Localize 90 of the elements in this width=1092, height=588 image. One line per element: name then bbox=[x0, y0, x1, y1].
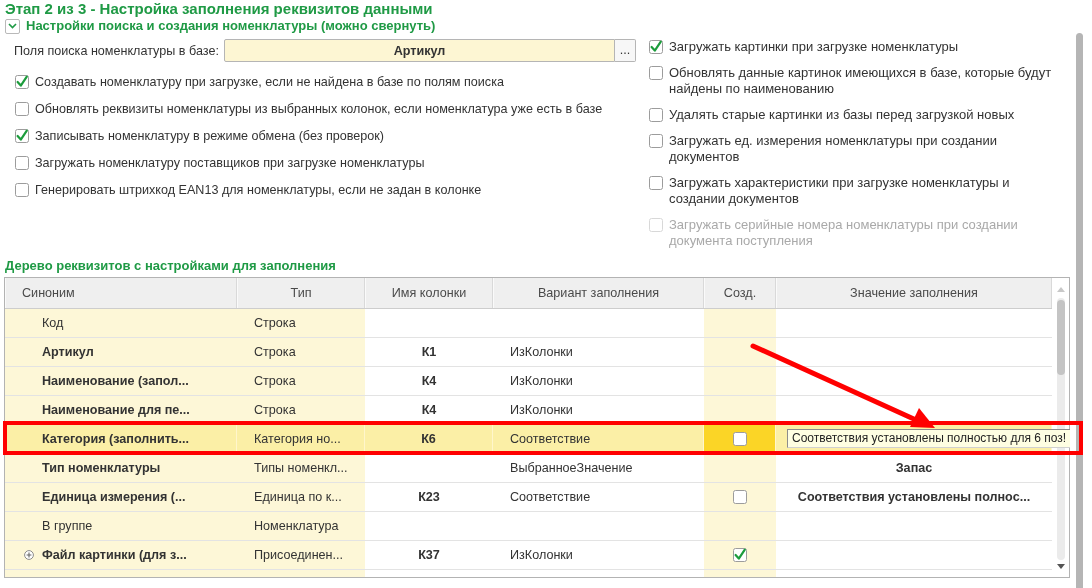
column-header[interactable]: Имя колонки bbox=[365, 278, 493, 308]
table-cell bbox=[704, 396, 776, 424]
checkbox-label: Записывать номенклатуру в режиме обмена (без проверок) bbox=[35, 128, 385, 144]
table-cell bbox=[704, 309, 776, 337]
cell-text: Категория (заполнить... bbox=[42, 432, 190, 446]
table-row[interactable]: Тип номенклатуры Типы номенкл... ВыбранноеЗначение Запас bbox=[5, 454, 1052, 483]
table-cell bbox=[704, 367, 776, 395]
checkbox[interactable] bbox=[649, 66, 663, 80]
checkbox[interactable] bbox=[15, 156, 29, 170]
checkbox-label: Генерировать штрихкод EAN13 для номенклатуры, если не задан в колонке bbox=[35, 182, 482, 198]
value-tooltip: Соответствия установлены полностью для 6 поз! bbox=[787, 429, 1071, 448]
checkbox[interactable] bbox=[649, 176, 663, 190]
cell-text: Наименование (запол... bbox=[42, 374, 189, 388]
checkbox[interactable] bbox=[732, 432, 747, 446]
checkbox-label: Загружать характеристики при загрузке номенклатуры и создании документов bbox=[669, 175, 1011, 207]
table-cell-text: ИзКолонки bbox=[509, 344, 574, 361]
table-cell: К6 bbox=[365, 425, 493, 453]
checkbox[interactable] bbox=[649, 108, 663, 122]
checkbox-label: Загружать номенклатуру поставщиков при загрузке номенклатуры bbox=[35, 155, 425, 171]
table-cell-text: К23 bbox=[417, 489, 441, 506]
checkbox[interactable] bbox=[733, 548, 747, 562]
table-cell bbox=[704, 512, 776, 540]
column-header[interactable]: Тип bbox=[237, 278, 365, 308]
checkbox-label: Обновлять реквизиты номенклатуры из выбранных колонок, если номенклатура уже есть в базе bbox=[35, 101, 603, 117]
section-title: Настройки поиска и создания номенклатуры (можно свернуть) bbox=[26, 18, 436, 34]
search-fields-input[interactable]: Артикул bbox=[223, 39, 615, 62]
column-header[interactable]: Созд. bbox=[704, 278, 776, 308]
table-cell: Категория но... bbox=[237, 425, 365, 453]
table-cell-text: ИзКолонки bbox=[509, 373, 574, 390]
cell-text: В группе bbox=[42, 519, 93, 533]
cell-text: Наименование для пе... bbox=[42, 403, 190, 417]
table-row[interactable]: В группе Номенклатура bbox=[5, 512, 1052, 541]
scroll-up-arrow-icon[interactable] bbox=[1056, 287, 1065, 292]
column-header[interactable]: Вариант заполнения bbox=[493, 278, 704, 308]
table-cell-text: К37 bbox=[417, 547, 441, 564]
checkbox[interactable] bbox=[15, 75, 29, 89]
table-cell: Строка bbox=[237, 309, 365, 337]
table-cell: Номенклатура bbox=[237, 512, 365, 540]
checkbox[interactable] bbox=[733, 490, 747, 504]
step-title: Этап 2 из 3 - Настройка заполнения реквизитов данными bbox=[4, 0, 434, 17]
chevron-down-icon bbox=[8, 23, 17, 29]
table-cell: Строка bbox=[237, 396, 365, 424]
table-row[interactable]: Единица измерения (... Единица по к... К23 Соответствие Соответствия установлены полнос... bbox=[5, 483, 1052, 512]
scroll-down-arrow-icon[interactable] bbox=[1056, 564, 1065, 569]
table-cell-text: Соответствие bbox=[509, 489, 592, 506]
table-cell-text: ВыбранноеЗначение bbox=[509, 460, 634, 477]
checkbox-label: Загружать серийные номера номенклатуры при создании документа поступления bbox=[669, 217, 1019, 249]
cell-text: Тип номенклатуры bbox=[42, 461, 161, 475]
field-label: Поля поиска номенклатуры в базе: bbox=[14, 43, 219, 58]
column-header[interactable]: Синоним bbox=[5, 278, 237, 308]
checkbox[interactable] bbox=[15, 183, 29, 197]
table-cell: Строка bbox=[237, 367, 365, 395]
cell-text: Артикул bbox=[42, 345, 94, 359]
checkbox-label: Создавать номенклатуру при загрузке, если не найдена в базе по полям поиска bbox=[35, 74, 504, 90]
scrollbar-thumb[interactable] bbox=[1056, 300, 1065, 375]
checkbox-label: Загружать ед. измерения номенклатуры при создании документов bbox=[669, 133, 999, 165]
checkbox-label: Загружать картинки при загрузке номенклатуры bbox=[669, 39, 960, 55]
cell-text: Файл картинки (для з... bbox=[42, 548, 187, 562]
checkbox[interactable] bbox=[649, 40, 663, 54]
table-cell-text: К4 bbox=[420, 373, 438, 390]
collapse-button[interactable] bbox=[5, 18, 20, 34]
table-cell: Соответствие bbox=[493, 425, 704, 453]
table-cell-text: К4 bbox=[420, 402, 438, 419]
table-cell-text: ИзКолонки bbox=[509, 547, 574, 564]
table-cell-text: К1 bbox=[420, 344, 438, 361]
table-cell: Строка bbox=[237, 338, 365, 366]
cell-text: Единица измерения (... bbox=[42, 490, 186, 504]
table-cell-text: ИзКолонки bbox=[509, 402, 574, 419]
checkbox[interactable] bbox=[15, 102, 29, 116]
cell-text: Код bbox=[42, 316, 64, 330]
table-cell bbox=[704, 338, 776, 366]
expand-plus-icon[interactable] bbox=[24, 550, 34, 560]
section-title: Дерево реквизитов с настройками для заполнения bbox=[4, 258, 337, 274]
checkbox[interactable] bbox=[649, 134, 663, 148]
checkbox-label: Удалять старые картинки из базы перед загрузкой новых bbox=[669, 107, 1016, 123]
table-row[interactable]: Код Строка bbox=[5, 309, 1052, 338]
page-scrollbar[interactable] bbox=[1076, 33, 1083, 588]
table-cell-text: Запас bbox=[894, 460, 934, 477]
table-cell-text: Соответствия установлены полнос... bbox=[796, 489, 1032, 506]
select-button[interactable]: ... bbox=[615, 39, 636, 62]
table-cell bbox=[704, 454, 776, 482]
table-row[interactable]: Наименование (запол... Строка К4 ИзКолонки bbox=[5, 367, 1052, 396]
checkbox[interactable] bbox=[15, 129, 29, 143]
column-header[interactable]: Значение заполнения bbox=[776, 278, 1052, 308]
table-row[interactable]: Файл картинки (для з... Присоединен... К37 ИзКолонки bbox=[5, 541, 1052, 570]
table-row[interactable]: Артикул Строка К1 ИзКолонки bbox=[5, 338, 1052, 367]
table-cell: Типы номенкл... bbox=[237, 454, 365, 482]
table-cell: Единица по к... bbox=[237, 483, 365, 511]
checkbox-label: Обновлять данные картинок имеющихся в базе, которые будут найдены по наименованию bbox=[669, 65, 1053, 97]
table-cell: Присоединен... bbox=[237, 541, 365, 569]
